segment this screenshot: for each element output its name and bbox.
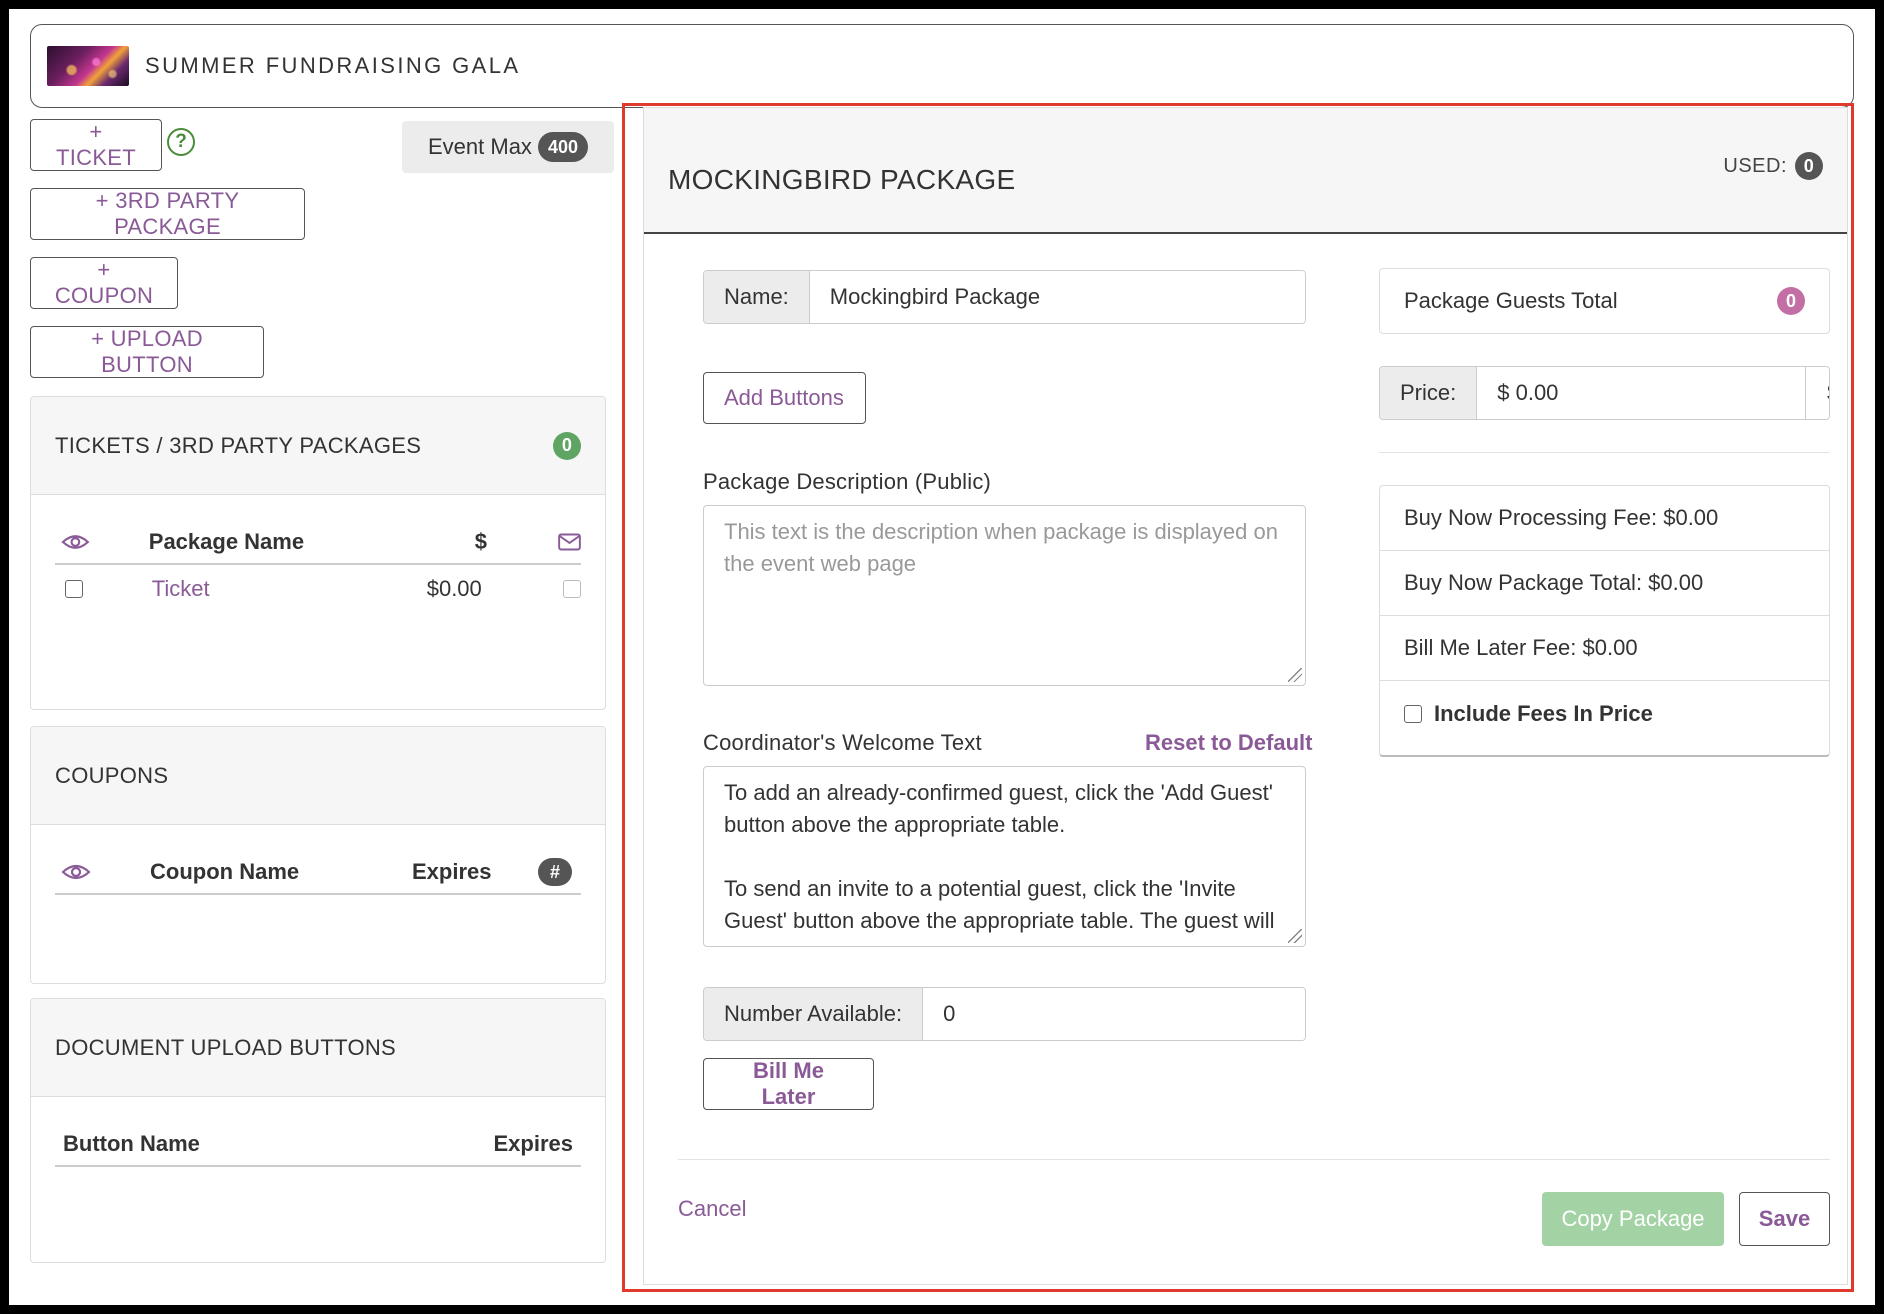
price-set-button[interactable]: Set [1805,367,1829,419]
coupons-table-header: Coupon Name Expires # [55,851,581,895]
welcome-paragraph-1: To add an already-confirmed guest, click… [724,780,1273,837]
coupons-panel-header: COUPONS [31,727,605,825]
coupons-panel: COUPONS Coupon Name Expires # [30,726,606,984]
footer-divider [678,1159,1830,1160]
used-indicator: USED: 0 [1723,152,1823,180]
add-upload-button[interactable]: + UPLOAD BUTTON [30,326,264,378]
used-count-badge: 0 [1795,152,1823,180]
tickets-panel: TICKETS / 3RD PARTY PACKAGES 0 Package N… [30,396,606,710]
guests-total-label: Package Guests Total [1404,288,1618,313]
include-fees-checkbox[interactable] [1404,704,1422,723]
tickets-count-badge: 0 [553,431,581,460]
cancel-link[interactable]: Cancel [678,1196,746,1222]
event-header: SUMMER FUNDRAISING GALA [30,24,1854,108]
event-max-label: Event Max [428,134,532,159]
tickets-table-header: Package Name $ [55,521,581,565]
add-ticket-button[interactable]: + TICKET [30,119,162,171]
ticket-name-link[interactable]: Ticket [152,576,427,602]
tickets-panel-header: TICKETS / 3RD PARTY PACKAGES 0 [31,397,605,495]
package-editor-header: MOCKINGBIRD PACKAGE USED: 0 [644,108,1847,234]
col-count-badge: # [538,858,572,886]
event-max-badge: Event Max 400 [402,121,614,173]
save-button[interactable]: Save [1739,1192,1830,1246]
welcome-textarea[interactable]: To add an already-confirmed guest, click… [703,766,1306,947]
bill-me-later-button[interactable]: Bill Me Later [703,1058,874,1110]
resize-handle[interactable] [1288,668,1302,682]
price-label: Price: [1380,367,1478,419]
bill-later-fee: Bill Me Later Fee: $0.00 [1380,616,1829,681]
ticket-price: $0.00 [426,576,482,601]
name-label: Name: [704,271,810,323]
welcome-text-label: Coordinator's Welcome Text [703,730,982,755]
event-title: SUMMER FUNDRAISING GALA [145,53,521,78]
welcome-paragraph-2: To send an invite to a potential guest, … [724,876,1275,933]
col-package-name: Package Name [148,529,305,554]
price-input[interactable] [1477,367,1806,419]
ticket-visible-checkbox[interactable] [65,580,83,598]
description-textarea[interactable]: This text is the description when packag… [703,505,1306,686]
guests-total-badge: 0 [1777,287,1805,315]
col-expires: Expires [412,859,492,884]
uploads-panel: DOCUMENT UPLOAD BUTTONS Button Name Expi… [30,998,606,1263]
price-input-group: Price: Set [1379,366,1830,420]
fee-list: Buy Now Processing Fee: $0.00 Buy Now Pa… [1379,485,1830,757]
add-buttons-button[interactable]: Add Buttons [703,372,866,424]
coupons-panel-title: COUPONS [55,762,169,788]
uploads-panel-header: DOCUMENT UPLOAD BUTTONS [31,999,605,1097]
package-name-input[interactable] [809,271,1305,323]
description-label: Package Description (Public) [703,469,992,494]
mail-icon[interactable] [558,533,581,551]
divider [1379,452,1830,453]
uploads-panel-title: DOCUMENT UPLOAD BUTTONS [55,1034,397,1060]
event-thumbnail [47,46,129,86]
used-label: USED: [1723,154,1787,177]
eye-icon[interactable] [61,532,90,552]
col-price: $ [474,529,488,554]
ticket-email-checkbox[interactable] [563,580,582,598]
number-available-input[interactable] [923,988,1305,1040]
name-input-group: Name: [703,270,1306,324]
help-icon[interactable]: ? [167,128,195,156]
eye-icon[interactable] [61,862,91,882]
number-available-label: Number Available: [704,988,924,1040]
event-max-value: 400 [537,132,588,162]
number-available-group: Number Available: [703,987,1306,1041]
package-guests-total: Package Guests Total 0 [1379,268,1830,334]
add-3rd-party-package-button[interactable]: + 3RD PARTY PACKAGE [30,188,305,240]
package-total: Buy Now Package Total: $0.00 [1380,551,1829,616]
col-expires: Expires [493,1131,574,1156]
include-fees-label: Include Fees In Price [1434,700,1653,726]
description-placeholder: This text is the description when packag… [724,519,1278,576]
table-row: Ticket $0.00 [55,567,582,611]
include-fees-row[interactable]: Include Fees In Price [1380,681,1829,746]
col-coupon-name: Coupon Name [150,859,300,884]
copy-package-button[interactable]: Copy Package [1542,1192,1724,1246]
add-coupon-button[interactable]: + COUPON [30,257,178,309]
tickets-panel-title: TICKETS / 3RD PARTY PACKAGES [55,432,422,458]
reset-to-default-link[interactable]: Reset to Default [1145,730,1312,756]
package-title: MOCKINGBIRD PACKAGE [668,164,1016,195]
resize-handle[interactable] [1288,929,1302,943]
uploads-table-header: Button Name Expires [55,1123,581,1167]
col-button-name: Button Name [63,1131,200,1156]
processing-fee: Buy Now Processing Fee: $0.00 [1380,486,1829,551]
